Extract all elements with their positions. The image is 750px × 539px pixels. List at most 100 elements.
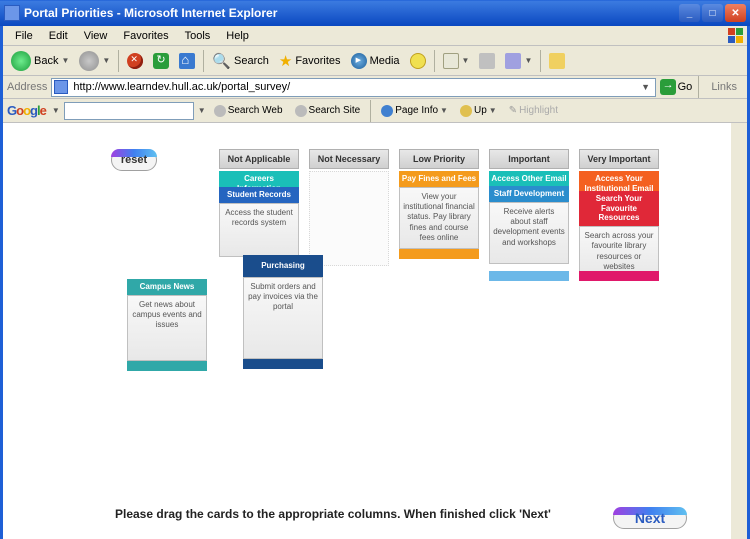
window-title: Portal Priorities - Microsoft Internet E…: [24, 6, 679, 20]
print-icon: [479, 53, 495, 69]
star-icon: ★: [279, 52, 292, 70]
links-button[interactable]: Links: [705, 81, 743, 93]
toolbar: Back▼ ▼ 🔍Search ★Favorites Media ▼ ▼: [3, 46, 747, 76]
google-search-input[interactable]: [64, 102, 194, 120]
card-body: Receive alerts about staff development e…: [489, 202, 569, 264]
app-icon: [4, 5, 20, 21]
col-not-necessary[interactable]: Not Necessary: [309, 149, 389, 169]
favorites-button[interactable]: ★Favorites: [275, 49, 345, 73]
media-label: Media: [370, 55, 400, 67]
search-label: Search: [234, 55, 269, 67]
card-important-foot: [489, 271, 569, 281]
card-student-records[interactable]: Student Records Access the student recor…: [219, 187, 299, 257]
card-pay-fines[interactable]: Pay Fines and Fees View your institution…: [399, 171, 479, 259]
history-button[interactable]: [406, 49, 430, 73]
address-label: Address: [7, 81, 47, 93]
media-button[interactable]: Media: [347, 49, 404, 73]
card-campus-news[interactable]: Campus News Get news about campus events…: [127, 279, 207, 371]
highlight-button[interactable]: ✎Highlight: [505, 101, 562, 121]
up-button[interactable]: Up▼: [456, 101, 501, 121]
mail-button[interactable]: ▼: [439, 49, 474, 73]
card-purchasing[interactable]: Purchasing Submit orders and pay invoice…: [243, 255, 323, 369]
next-button[interactable]: Next: [613, 507, 687, 529]
stop-icon: [127, 53, 143, 69]
search-site-label: Search Site: [309, 105, 361, 116]
home-icon: [179, 53, 195, 69]
mail-icon: [443, 53, 459, 69]
print-button[interactable]: [475, 49, 499, 73]
go-icon: [660, 79, 676, 95]
menu-file[interactable]: File: [7, 28, 41, 44]
search-site-button[interactable]: Search Site: [291, 101, 365, 121]
menu-tools[interactable]: Tools: [177, 28, 219, 44]
window-titlebar: Portal Priorities - Microsoft Internet E…: [0, 0, 750, 26]
folder-button[interactable]: [545, 49, 569, 73]
card-vi-foot: [579, 271, 659, 281]
stop-button[interactable]: [123, 49, 147, 73]
minimize-button[interactable]: _: [679, 4, 700, 22]
windows-logo-icon: [727, 27, 745, 45]
card-favourite-resources[interactable]: Search Your Favourite Resources Search a…: [579, 191, 659, 269]
col-not-applicable[interactable]: Not Applicable: [219, 149, 299, 169]
google-toolbar: Google▼ ▼ Search Web Search Site Page In…: [3, 99, 747, 123]
card-staff-development[interactable]: Staff Development Receive alerts about s…: [489, 186, 569, 264]
search-web-button[interactable]: Search Web: [210, 101, 287, 121]
menu-bar: File Edit View Favorites Tools Help: [3, 26, 747, 46]
search-icon: 🔍: [212, 52, 231, 70]
card-access-other-email[interactable]: Access Other Email: [489, 171, 569, 187]
search-button[interactable]: 🔍Search: [208, 49, 273, 73]
forward-icon: [79, 51, 99, 71]
edit-button[interactable]: ▼: [501, 49, 536, 73]
page-icon: [54, 80, 68, 94]
col-very-important[interactable]: Very Important: [579, 149, 659, 169]
folder-icon: [549, 53, 565, 69]
card-body: Submit orders and pay invoices via the p…: [243, 277, 323, 359]
card-title: Purchasing: [243, 255, 323, 277]
back-label: Back: [34, 55, 58, 67]
highlight-label: Highlight: [519, 105, 558, 116]
page-content: reset Not Applicable Not Necessary Low P…: [3, 123, 747, 539]
go-label: Go: [678, 81, 693, 93]
url-field-wrap: ▼: [51, 78, 655, 97]
up-label: Up: [474, 105, 487, 116]
maximize-button[interactable]: □: [702, 4, 723, 22]
refresh-icon: [153, 53, 169, 69]
home-button[interactable]: [175, 49, 199, 73]
refresh-button[interactable]: [149, 49, 173, 73]
history-icon: [410, 53, 426, 69]
card-body: Get news about campus events and issues: [127, 295, 207, 361]
search-web-label: Search Web: [228, 105, 283, 116]
card-title: Student Records: [219, 187, 299, 203]
instruction-text: Please drag the cards to the appropriate…: [115, 507, 551, 521]
close-button[interactable]: ✕: [725, 4, 746, 22]
menu-view[interactable]: View: [76, 28, 116, 44]
card-title: Campus News: [127, 279, 207, 295]
card-title: Staff Development: [489, 186, 569, 202]
card-body: Search across your favourite library res…: [579, 226, 659, 278]
url-dropdown[interactable]: ▼: [639, 82, 653, 92]
url-input[interactable]: [71, 80, 638, 94]
col-important[interactable]: Important: [489, 149, 569, 169]
favorites-label: Favorites: [295, 55, 340, 67]
google-logo: Google: [7, 103, 46, 118]
page-info-button[interactable]: Page Info▼: [377, 101, 452, 121]
menu-favorites[interactable]: Favorites: [115, 28, 176, 44]
media-icon: [351, 53, 367, 69]
back-icon: [11, 51, 31, 71]
col-low-priority[interactable]: Low Priority: [399, 149, 479, 169]
forward-button[interactable]: ▼: [75, 49, 114, 73]
card-title: Access Other Email: [489, 171, 569, 187]
back-button[interactable]: Back▼: [7, 49, 73, 73]
next-label: Next: [635, 510, 665, 526]
column-headers: Not Applicable Not Necessary Low Priorit…: [219, 149, 659, 169]
menu-edit[interactable]: Edit: [41, 28, 76, 44]
page-info-label: Page Info: [395, 105, 438, 116]
card-title: Pay Fines and Fees: [399, 171, 479, 187]
go-button[interactable]: Go: [660, 79, 693, 95]
menu-help[interactable]: Help: [218, 28, 257, 44]
drop-zone-not-necessary[interactable]: [309, 171, 389, 266]
reset-button[interactable]: reset: [111, 149, 157, 171]
edit-icon: [505, 53, 521, 69]
address-bar: Address ▼ Go Links: [3, 76, 747, 99]
card-body: Access the student records system: [219, 203, 299, 257]
